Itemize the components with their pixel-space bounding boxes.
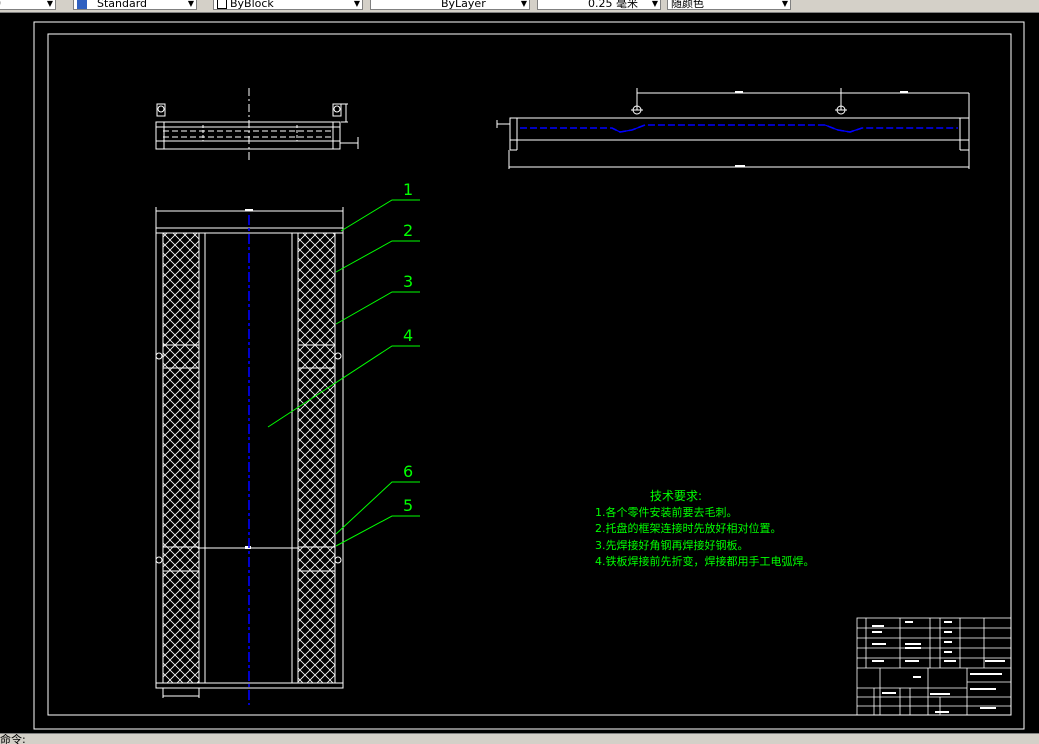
front-view: [496, 88, 970, 169]
plotstyle-value: 随颜色: [671, 0, 704, 10]
tech-requirement-4: 4.铁板焊接前先折变，焊接都用手工电弧焊。: [595, 554, 815, 568]
tech-requirement-3: 3.先焊接好角钢再焊接好钢板。: [595, 538, 749, 552]
text-style-value: Standard: [97, 0, 148, 10]
part-number-1: 1: [403, 180, 413, 199]
command-line[interactable]: 命令:: [0, 733, 1039, 744]
title-block-text-marks: [872, 621, 1005, 713]
tech-requirements-title: 技术要求:: [650, 489, 702, 503]
part-number-5: 5: [403, 496, 413, 515]
part-number-4: 4: [403, 326, 413, 345]
color-value: ByBlock: [230, 0, 274, 10]
chevron-down-icon: ▼: [781, 0, 788, 8]
plan-view: [155, 207, 344, 705]
tech-requirement-2: 2.托盘的框架连接时先放好相对位置。: [595, 521, 782, 535]
leader-lines: [267, 199, 420, 547]
chevron-down-icon: ▼: [187, 0, 194, 8]
layer-value: 0: [0, 0, 1, 10]
chevron-down-icon: ▼: [46, 0, 53, 8]
part-number-6: 6: [403, 462, 413, 481]
linetype-dropdown[interactable]: ByLayer ▼: [370, 0, 530, 10]
chevron-down-icon: ▼: [520, 0, 527, 8]
part-number-2: 2: [403, 221, 413, 240]
lineweight-value: 0.25 毫米: [588, 0, 638, 10]
layer-dropdown[interactable]: 0▼: [0, 0, 56, 10]
side-view: [155, 88, 359, 160]
chevron-down-icon: ▼: [353, 0, 360, 8]
style-icon: [77, 0, 87, 9]
color-dropdown[interactable]: ByBlock ▼: [213, 0, 363, 10]
color-swatch-icon: [217, 0, 227, 9]
text-style-dropdown[interactable]: Standard ▼: [73, 0, 197, 10]
command-prompt: 命令:: [0, 733, 26, 744]
part-number-3: 3: [403, 272, 413, 291]
tech-requirement-1: 1.各个零件安装前要去毛刺。: [595, 505, 738, 519]
plotstyle-dropdown[interactable]: 随颜色 ▼: [667, 0, 791, 10]
chevron-down-icon: ▼: [651, 0, 658, 8]
lineweight-dropdown[interactable]: 0.25 毫米 ▼: [537, 0, 661, 10]
linetype-value: ByLayer: [441, 0, 486, 10]
drawing-canvas[interactable]: 1 2 3 4 6 5 技术要求: 1.各个零件安装前要去毛刺。 2.托盘的框架…: [0, 12, 1039, 733]
